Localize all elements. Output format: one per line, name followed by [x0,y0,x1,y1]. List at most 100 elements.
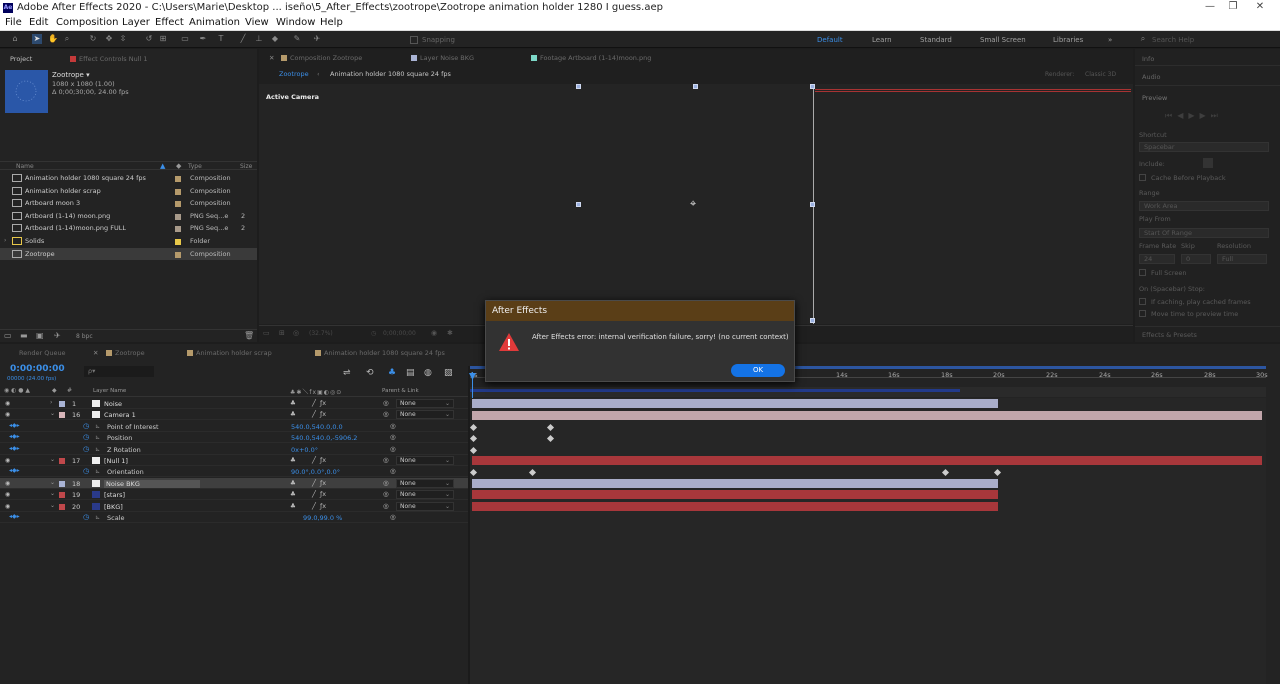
quality-switch-icon[interactable]: ╱ [312,410,316,418]
quality-switch-icon[interactable]: ╱ [312,399,316,407]
layer-handle[interactable] [576,202,581,207]
expression-pickwhip-icon[interactable]: ◎ [390,445,396,453]
tab-composition[interactable]: Composition Zootrope [281,54,362,62]
workspace-more-icon[interactable]: » [1108,36,1112,44]
layer-name[interactable]: Noise BKG [104,479,200,488]
visibility-eye-icon[interactable]: ◉ [5,411,10,418]
range-dropdown[interactable]: Work Area [1139,201,1269,211]
roto-tool-icon[interactable]: ✎ [292,34,302,44]
shy-icon[interactable]: ♣ [388,368,396,378]
keyframe-nav-icon[interactable]: ◂◆▸ [9,467,20,474]
project-item[interactable]: › Solids Folder [0,235,257,247]
shy-switch-icon[interactable]: ♣ [290,410,296,418]
layer-handle[interactable] [810,84,815,89]
label-color-swatch[interactable] [175,188,181,195]
comp-current-time[interactable]: 0;00;00;00 [383,330,416,337]
parent-pickwhip-icon[interactable]: ◎ [383,456,389,464]
twirl-arrow-icon[interactable]: ⌄ [50,410,55,417]
layer-name[interactable]: Noise [104,400,122,408]
current-time-display[interactable]: 0:00:00:00 [10,364,65,374]
fx-switch-icon[interactable]: ƒx [320,479,326,487]
expression-pickwhip-icon[interactable]: ◎ [390,422,396,430]
shy-switch-icon[interactable]: ♣ [290,479,296,487]
motion-blur-icon[interactable]: ◍ [424,368,432,378]
stopwatch-icon[interactable]: ◷ [83,433,89,441]
sort-up-icon[interactable]: ▲ [160,162,165,170]
graph-editor-icon[interactable]: ▧ [444,368,453,378]
graph-icon[interactable]: ⊾ [95,446,100,453]
layer-bar-noise-bkg[interactable] [472,479,998,488]
layer-name[interactable]: [Null 1] [104,457,128,465]
graph-icon[interactable]: ⊾ [95,514,100,521]
property-row[interactable]: ◂◆▸ ◷ ⊾ Point of Interest 540.0,540.0,0.0 ◎ [0,421,468,432]
stopwatch-icon[interactable]: ◷ [83,467,89,475]
fx-switch-icon[interactable]: ƒx [320,490,326,498]
type-tool-icon[interactable]: T [216,34,226,44]
frame-rate-dropdown[interactable]: 24 [1139,254,1175,264]
bpc-button[interactable]: 8 bpc [76,333,93,340]
close-timeline-tab-icon[interactable]: ✕ [93,349,98,357]
flowchart-icon[interactable]: ✈ [54,331,61,340]
col-type[interactable]: Type [188,163,202,170]
layer-label-color[interactable] [59,412,65,419]
layer-row[interactable]: ◉ ⌄ 18 Noise BKG ♣ ╱ ƒx ◎ None ⌄ [0,477,468,489]
resolution-dropdown[interactable]: Full [1217,254,1267,264]
preview-tab[interactable]: Preview [1142,94,1167,102]
expression-pickwhip-icon[interactable]: ◎ [390,513,396,521]
quality-switch-icon[interactable]: ╱ [312,456,316,464]
parent-pickwhip-icon[interactable]: ◎ [383,479,389,487]
layer-label-color[interactable] [59,458,65,464]
menu-layer[interactable]: Layer [122,17,150,28]
project-item[interactable]: Animation holder 1080 square 24 fps Compo… [0,172,257,184]
zoom-tool-icon[interactable]: ⌕ [62,34,72,44]
layer-handle[interactable] [810,318,815,323]
label-color-swatch[interactable] [175,213,181,220]
layer-handle[interactable] [693,84,698,89]
property-row[interactable]: ◂◆▸ ◷ ⊾ Orientation 90.0°,0.0°,0.0° ◎ [0,466,468,478]
menu-effect[interactable]: Effect [155,17,184,28]
if-caching-checkbox[interactable] [1139,298,1146,305]
label-tag-icon[interactable]: ◆ [176,162,181,170]
visibility-eye-icon[interactable]: ◉ [5,480,10,487]
audio-tab[interactable]: Audio [1142,73,1160,81]
zoom-dropdown[interactable]: (32.7%) [309,330,333,337]
property-value[interactable]: 540.0,540.0,0.0 [291,423,343,431]
layer-label-color[interactable] [59,492,65,499]
pen-tool-icon[interactable]: ✒ [198,34,208,44]
trash-icon[interactable]: 🗑 [244,331,254,340]
layer-bar-null[interactable] [472,456,1262,465]
col-parent-link[interactable]: Parent & Link [382,388,419,394]
preview-options-icon[interactable]: ▭ [263,329,270,337]
layer-name[interactable]: Camera 1 [104,411,136,419]
anchor-point-icon[interactable]: ⌖ [690,197,696,211]
parent-pickwhip-icon[interactable]: ◎ [383,490,389,498]
stopwatch-icon[interactable]: ◷ [83,422,89,430]
quality-switch-icon[interactable]: ╱ [312,479,316,487]
layer-row[interactable]: ◉ ⌄ 19 [stars] ♣ ╱ ƒx ◎ None ⌄ [0,489,468,501]
selection-tool-icon[interactable]: ➤ [32,34,42,44]
new-comp-icon[interactable]: ▣ [36,331,44,340]
menu-window[interactable]: Window [276,17,315,28]
clock-icon[interactable]: ◷ [371,330,376,337]
rectangle-tool-icon[interactable]: ▭ [180,34,190,44]
layer-name[interactable]: [stars] [104,491,125,499]
parent-dropdown[interactable]: None ⌄ [396,456,454,465]
parent-dropdown[interactable]: None ⌄ [396,410,454,420]
composition-viewer[interactable]: Active Camera ⌖ [259,84,1133,324]
project-item[interactable]: Artboard moon 3 Composition [0,197,257,209]
parent-dropdown[interactable]: None ⌄ [396,490,454,500]
parent-pickwhip-icon[interactable]: ◎ [383,410,389,418]
label-color-swatch[interactable] [175,176,181,182]
visibility-eye-icon[interactable]: ◉ [5,400,10,407]
new-folder-icon[interactable]: ▬ [20,331,28,340]
eraser-tool-icon[interactable]: ◆ [270,34,280,44]
close-comp-tab-icon[interactable]: ✕ [269,54,274,62]
pan-camera-icon[interactable]: ✥ [104,34,114,44]
layer-label-color[interactable] [59,401,65,407]
layer-row[interactable]: ◉ › 1 Noise ♣ ╱ ƒx ◎ None ⌄ [0,398,468,409]
property-row[interactable]: ◂◆▸ ◷ ⊾ Z Rotation 0x+0.0° ◎ [0,444,468,455]
breadcrumb-animation-holder[interactable]: Animation holder 1080 square 24 fps [330,70,451,78]
close-icon[interactable]: ✕ [1240,0,1280,16]
quality-switch-icon[interactable]: ╱ [312,490,316,498]
project-item[interactable]: Artboard (1-14) moon.png PNG Seq...e 2 [0,210,257,222]
